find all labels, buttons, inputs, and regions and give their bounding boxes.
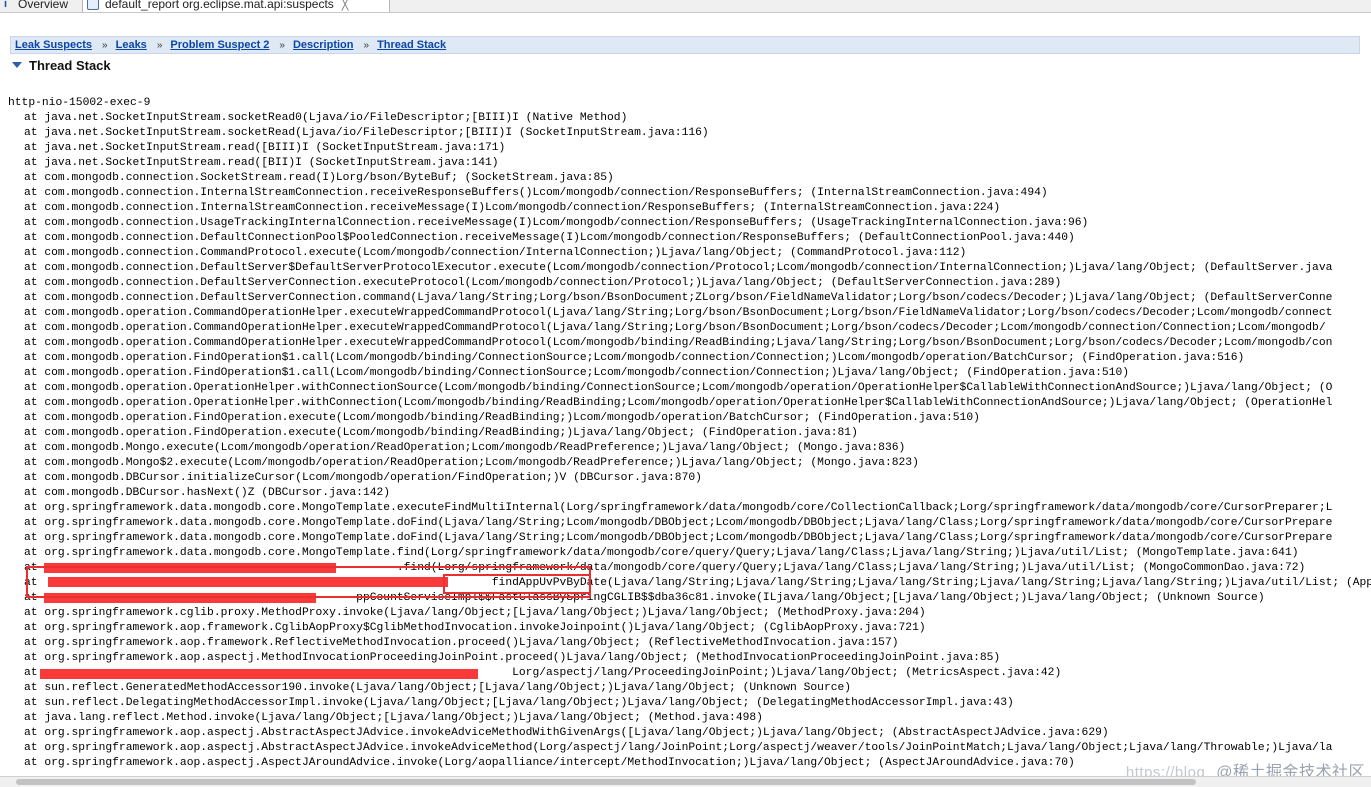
stack-frame: at java.net.SocketInputStream.socketRead… [24, 112, 628, 124]
collapse-triangle-icon[interactable] [12, 62, 22, 68]
stack-frame: at com.mongodb.connection.InternalStream… [24, 187, 1048, 199]
stack-frame: at java.net.SocketInputStream.read([BIII… [24, 142, 506, 154]
redaction-mark [40, 669, 478, 679]
breadcrumb-leak-suspects[interactable]: Leak Suspects [15, 39, 92, 51]
stack-frame: at com.mongodb.DBCursor.hasNext()Z (DBCu… [24, 487, 391, 499]
stack-frame: at com.mongodb.connection.UsageTrackingI… [24, 217, 1089, 229]
tab-overview[interactable]: i Overview [0, 0, 84, 12]
breadcrumb-separator: » [279, 39, 285, 51]
stack-frame: at org.springframework.data.mongodb.core… [24, 502, 1333, 514]
stack-frame: at com.mongodb.Mongo$2.execute(Lcom/mong… [24, 457, 919, 469]
thread-name: http-nio-15002-exec-9 [8, 97, 151, 109]
tab-overview-label: Overview [18, 0, 69, 11]
breadcrumb-leaks[interactable]: Leaks [116, 39, 147, 51]
overview-icon: i [4, 0, 8, 10]
stack-frame: at com.mongodb.operation.FindOperation$1… [24, 367, 1130, 379]
breadcrumb-separator: » [363, 39, 370, 51]
stack-frame: at com.mongodb.operation.OperationHelper… [24, 382, 1333, 394]
stack-frame: at com.mongodb.operation.CommandOperatio… [24, 307, 1333, 319]
breadcrumb-thread-stack[interactable]: Thread Stack [377, 39, 446, 51]
horizontal-scrollbar[interactable] [0, 776, 1371, 787]
stack-frame: at com.mongodb.connection.SocketStream.r… [24, 172, 614, 184]
tab-default-report[interactable]: default_report org.eclipse.mat.api:suspe… [82, 0, 390, 12]
stack-frame: at com.mongodb.operation.FindOperation.e… [24, 427, 858, 439]
stack-frame: at com.mongodb.connection.CommandProtoco… [24, 247, 967, 259]
stack-frame: at com.mongodb.operation.FindOperation.e… [24, 412, 980, 424]
close-icon[interactable]: ╳ [342, 0, 349, 11]
stack-frame: at org.springframework.aop.aspectj.Abstr… [24, 727, 1109, 739]
stack-frame: at java.net.SocketInputStream.socketRead… [24, 127, 709, 139]
stack-frame: at org.springframework.data.mongodb.core… [24, 547, 1299, 559]
stack-frame: at org.springframework.data.mongodb.core… [24, 532, 1333, 544]
highlight-box [443, 574, 591, 594]
scrollbar-thumb[interactable] [16, 779, 1196, 785]
breadcrumb-separator: » [156, 39, 163, 51]
section-header[interactable]: Thread Stack [12, 56, 111, 74]
stack-frame: at com.mongodb.connection.DefaultConnect… [24, 232, 1075, 244]
stack-frame: at com.mongodb.connection.InternalStream… [24, 202, 1001, 214]
stack-frame: at org.springframework.aop.framework.Ref… [24, 637, 899, 649]
stack-frame: at org.springframework.aop.aspectj.Abstr… [24, 742, 1333, 754]
editor-tab-bar: i Overview default_report org.eclipse.ma… [0, 0, 1371, 13]
stack-frame: at com.mongodb.operation.OperationHelper… [24, 397, 1333, 409]
breadcrumb: Leak Suspects » Leaks » Problem Suspect … [10, 36, 1360, 54]
stack-frame: at com.mongodb.operation.FindOperation$1… [24, 352, 1245, 364]
stack-frame: at com.mongodb.operation.CommandOperatio… [24, 337, 1333, 349]
stack-frame: at sun.reflect.GeneratedMethodAccessor19… [24, 682, 852, 694]
stack-frame: at com.mongodb.connection.DefaultServer$… [24, 262, 1333, 274]
stack-frame: at org.springframework.aop.framework.Cgl… [24, 622, 926, 634]
report-icon [87, 0, 99, 10]
stack-frame: at org.springframework.data.mongodb.core… [24, 517, 1333, 529]
stack-frame: at com.mongodb.operation.CommandOperatio… [24, 322, 1326, 334]
stack-frame: at com.mongodb.connection.DefaultServerC… [24, 292, 1333, 304]
stack-frame: at sun.reflect.DelegatingMethodAccessorI… [24, 697, 1014, 709]
stack-frame: at java.net.SocketInputStream.read([BII)… [24, 157, 499, 169]
breadcrumb-separator: » [102, 39, 108, 51]
tab-default-report-label: default_report org.eclipse.mat.api:suspe… [105, 0, 334, 11]
stack-frame: at org.springframework.aop.aspectj.Metho… [24, 652, 1001, 664]
breadcrumb-problem-suspect-2[interactable]: Problem Suspect 2 [170, 39, 269, 51]
stack-frame: at com.mongodb.connection.DefaultServerC… [24, 277, 1062, 289]
stack-frame: at com.mongodb.DBCursor.initializeCursor… [24, 472, 702, 484]
section-title: Thread Stack [29, 57, 111, 73]
stack-frame: at org.springframework.cglib.proxy.Metho… [24, 607, 926, 619]
breadcrumb-description[interactable]: Description [293, 39, 354, 51]
stack-frame: at java.lang.reflect.Method.invoke(Ljava… [24, 712, 763, 724]
stack-frame: at com.mongodb.Mongo.execute(Lcom/mongod… [24, 442, 906, 454]
